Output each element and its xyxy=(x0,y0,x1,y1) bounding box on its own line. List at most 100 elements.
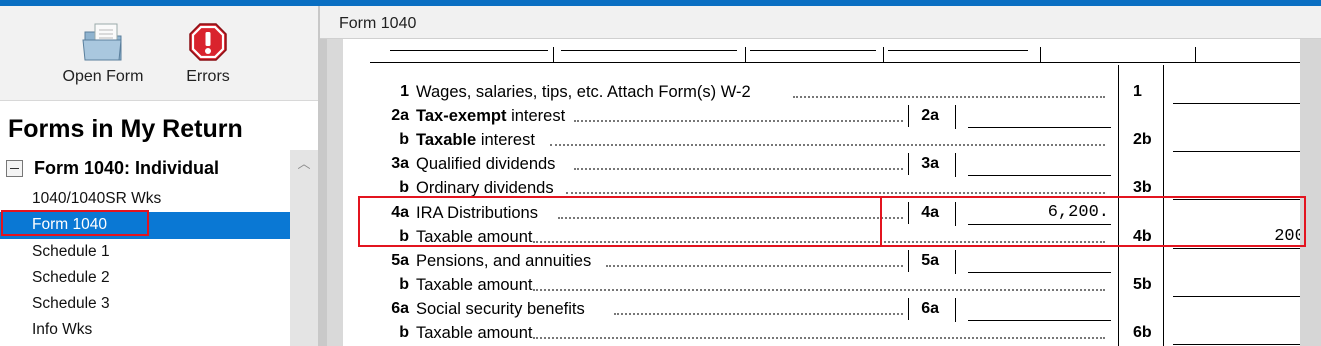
sidebar-scrollbar[interactable]: ︿ xyxy=(290,150,318,346)
form-line-row: 6a Social security benefits 6a xyxy=(343,297,1300,322)
mid-box-divider xyxy=(955,105,956,130)
line-number: 6a xyxy=(391,299,409,317)
dot-leader xyxy=(792,96,1105,98)
dot-leader xyxy=(565,192,1105,195)
line-description: Pensions, and annuities xyxy=(416,252,591,271)
line-description: Qualified dividends xyxy=(416,155,555,174)
open-form-button[interactable]: Open Form xyxy=(56,20,150,86)
mid-divider xyxy=(908,153,909,176)
line-description-text: Taxable amount xyxy=(416,275,533,294)
mid-line-number: 3a xyxy=(921,155,939,173)
document-panel: Form 1040 1 Wages, salaries, tips, etc. A… xyxy=(318,6,1321,346)
header-field-line xyxy=(561,50,737,51)
dot-leader xyxy=(573,168,903,171)
right-line-number: 6b xyxy=(1133,324,1152,341)
header-divider xyxy=(883,47,884,62)
form-line-row: 5a Pensions, and annuities 5a xyxy=(343,249,1300,274)
document-title: Form 1040 xyxy=(339,15,417,32)
mid-box-divider xyxy=(955,249,956,274)
ira-highlight-box-right xyxy=(880,196,1306,247)
line-description-text: interest xyxy=(476,131,535,150)
line-number: 3a xyxy=(391,155,409,173)
line-description-text: interest xyxy=(506,107,566,126)
dot-leader xyxy=(573,120,903,123)
dot-leader xyxy=(533,288,1105,291)
header-divider xyxy=(553,47,554,62)
mid-amount-underline xyxy=(968,319,1111,321)
line-number: b xyxy=(399,131,409,149)
open-form-label: Open Form xyxy=(62,68,144,85)
line-description-text: Qualified dividends xyxy=(416,155,556,174)
tree-item-info-wks[interactable]: Info Wks xyxy=(0,317,290,343)
form-line-row: 1 Wages, salaries, tips, etc. Attach Form… xyxy=(343,81,1316,105)
form-line-row: b Taxable amount 6b xyxy=(343,322,1316,346)
line-description: Social security benefits xyxy=(416,300,585,319)
line-description-text: Wages, salaries, tips, etc. Attach Form(… xyxy=(416,83,751,101)
right-amount-underline xyxy=(1173,295,1316,297)
form-page: 1 Wages, salaries, tips, etc. Attach Form… xyxy=(343,39,1316,346)
right-line-number: 1 xyxy=(1133,83,1142,100)
form-line-row: 3a Qualified dividends 3a xyxy=(343,153,1300,178)
line-description: Taxable interest xyxy=(416,131,535,150)
tree-item-schedule-1[interactable]: Schedule 1 xyxy=(0,239,290,265)
tree-item-schedule-3[interactable]: Schedule 3 xyxy=(0,291,290,317)
tree-group-form1040[interactable]: Form 1040: Individual xyxy=(6,156,219,180)
errors-button[interactable]: Errors xyxy=(178,20,238,86)
line-description: Tax-exempt interest xyxy=(416,107,565,126)
folder-icon xyxy=(56,20,150,64)
line-number: 1 xyxy=(400,83,409,100)
right-amount-underline xyxy=(1173,247,1316,249)
forms-panel-title: Forms in My Return xyxy=(8,115,243,143)
document-header: Form 1040 xyxy=(320,6,1321,39)
header-field-line xyxy=(750,50,876,51)
header-rule xyxy=(370,62,1300,63)
mid-divider xyxy=(908,105,909,128)
header-divider xyxy=(1040,47,1041,62)
right-amount-underline xyxy=(1173,151,1316,153)
dot-leader xyxy=(606,264,903,267)
selected-item-highlight xyxy=(1,210,149,236)
right-amount-underline xyxy=(1173,344,1316,345)
line-number: 5a xyxy=(391,251,409,269)
line-number: 2a xyxy=(391,107,409,125)
mid-amount-underline xyxy=(968,271,1111,273)
header-field-line xyxy=(390,50,548,51)
mid-line-number: 2a xyxy=(921,107,939,125)
mid-line-number: 6a xyxy=(921,299,939,317)
line-description-text: Ordinary dividends xyxy=(416,179,554,198)
mid-box-divider xyxy=(955,153,956,178)
form-line-row: 2a Tax-exempt interest 2a xyxy=(343,105,1300,130)
line-description-text: Social security benefits xyxy=(416,299,585,318)
collapse-icon[interactable] xyxy=(6,159,23,177)
toolbar: Open Form Errors xyxy=(0,6,318,101)
line-description-text: Pensions, and annuities xyxy=(416,251,592,270)
error-stop-icon xyxy=(178,20,238,64)
header-divider xyxy=(1195,47,1196,62)
tree-item-1040-1040sr-wks[interactable]: 1040/1040SR Wks xyxy=(0,186,290,212)
line-description-bold: Tax-exempt xyxy=(416,107,507,126)
mid-box-divider xyxy=(955,297,956,322)
dot-leader xyxy=(549,144,1105,147)
mid-line-number: 5a xyxy=(921,251,939,269)
line-description: Taxable amount xyxy=(416,276,533,295)
line-number: b xyxy=(399,275,409,293)
mid-amount-underline xyxy=(968,175,1111,177)
tree-group-label: Form 1040: Individual xyxy=(34,157,220,178)
line-description: Taxable amount xyxy=(416,324,533,343)
right-line-number: 3b xyxy=(1133,179,1152,197)
mid-divider xyxy=(908,297,909,320)
header-divider xyxy=(745,47,746,62)
scroll-up-icon[interactable]: ︿ xyxy=(290,153,318,172)
tree-item-schedule-2[interactable]: Schedule 2 xyxy=(0,265,290,291)
mid-amount-underline xyxy=(968,127,1111,129)
right-amount-underline xyxy=(1173,103,1316,104)
line-number: b xyxy=(399,179,409,197)
right-line-number: 5b xyxy=(1133,275,1152,293)
line-description-text: Taxable amount xyxy=(416,324,533,342)
document-left-edge xyxy=(320,39,327,346)
left-panel: Open Form Errors Forms in My Return Form… xyxy=(0,6,318,346)
ira-highlight-box xyxy=(358,196,882,247)
header-field-line xyxy=(888,50,1028,51)
document-scrollbar[interactable] xyxy=(1300,39,1321,346)
dot-leader xyxy=(533,337,1105,339)
